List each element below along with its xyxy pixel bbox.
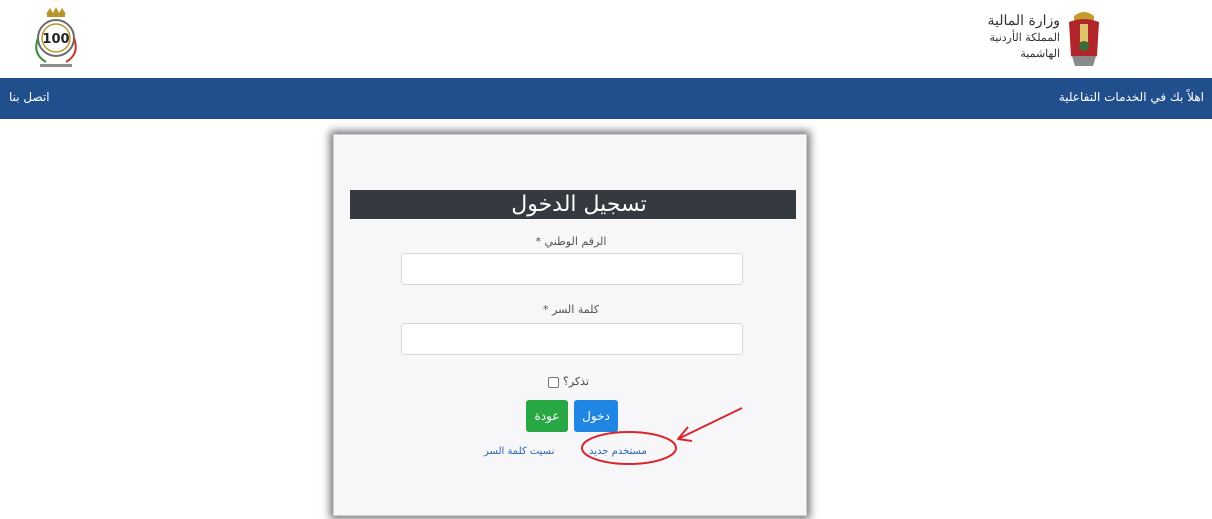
ministry-logo: وزارة المالية المملكة الأردنية الهاشمية	[952, 6, 1102, 72]
national-id-input[interactable]	[401, 253, 743, 285]
back-button[interactable]: عودة	[526, 400, 568, 432]
welcome-text: اهلاً بك في الخدمات التفاعلية	[1058, 90, 1204, 104]
ministry-name: وزارة المالية	[987, 13, 1060, 29]
remember-me-checkbox[interactable]	[548, 377, 559, 388]
national-id-label: الرقم الوطني *	[535, 235, 607, 248]
header: 100 وزارة المالية المملكة الأردنية الهاش…	[0, 0, 1212, 78]
jordan-coat-of-arms-icon	[1069, 12, 1099, 66]
login-page: 100 وزارة المالية المملكة الأردنية الهاش…	[0, 0, 1212, 519]
top-navbar: اهلاً بك في الخدمات التفاعلية اتصل بنا	[0, 78, 1212, 119]
centennial-number: 100	[42, 32, 69, 47]
centennial-logo: 100	[35, 7, 77, 67]
kingdom-name: المملكة الأردنية الهاشمية	[989, 31, 1061, 60]
login-title: تسجيل الدخول	[350, 190, 796, 219]
password-input[interactable]	[401, 323, 743, 355]
remember-me[interactable]: تذكر؟	[548, 375, 608, 391]
password-label: كلمة السر *	[543, 303, 599, 316]
new-user-link[interactable]: مستخدم جديد	[589, 446, 647, 457]
login-button[interactable]: دخول	[574, 400, 618, 432]
remember-me-label: تذكر؟	[563, 375, 589, 388]
login-card: تسجيل الدخول الرقم الوطني * كلمة السر * …	[333, 134, 807, 516]
forgot-password-link[interactable]: نسيت كلمة السر	[484, 446, 554, 457]
contact-us-link[interactable]: اتصل بنا	[9, 90, 50, 104]
